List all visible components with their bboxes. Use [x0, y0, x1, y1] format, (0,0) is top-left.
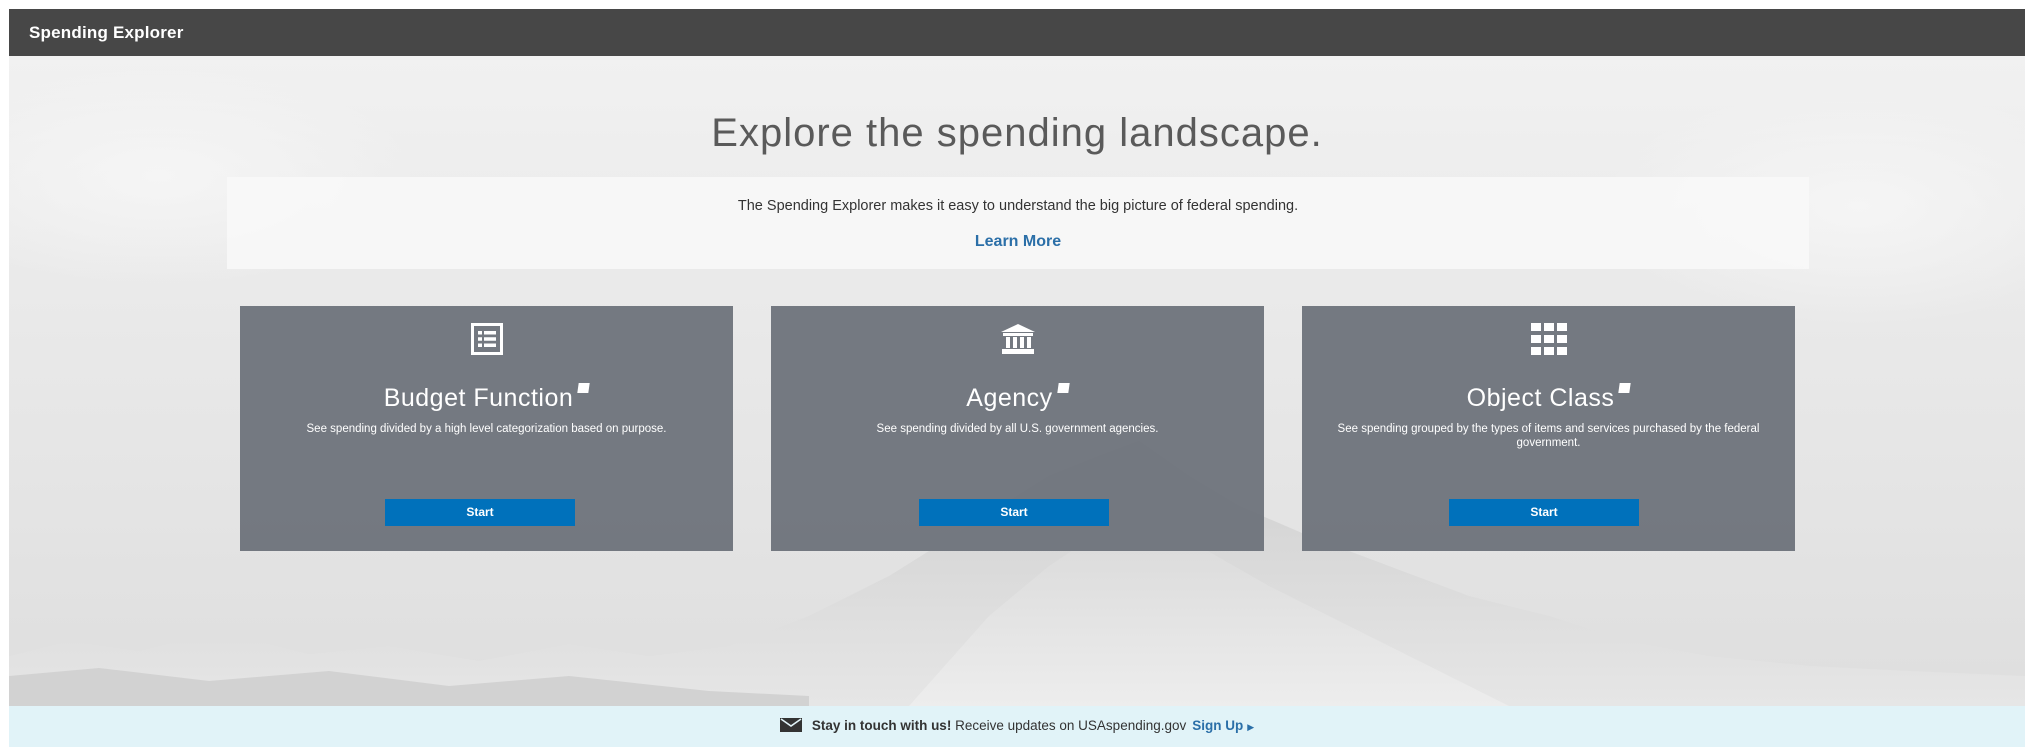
agency-card: Agency See spending divided by all U.S. …: [771, 306, 1264, 551]
card-title: Budget Function: [240, 382, 733, 413]
top-bar: Spending Explorer: [9, 9, 2025, 56]
page-title: Spending Explorer: [29, 23, 184, 42]
sign-up-link[interactable]: Sign Up: [1192, 718, 1243, 733]
object-class-start-button[interactable]: Start: [1449, 499, 1639, 526]
budget-function-start-button[interactable]: Start: [385, 499, 575, 526]
info-icon[interactable]: [577, 382, 590, 393]
intro-box: The Spending Explorer makes it easy to u…: [227, 177, 1809, 269]
card-description: See spending divided by all U.S. governm…: [876, 423, 1159, 435]
info-icon[interactable]: [1618, 382, 1632, 393]
intro-text: The Spending Explorer makes it easy to u…: [737, 198, 1299, 214]
list-icon: [240, 323, 733, 363]
updates-text: Receive updates on USAspending.gov: [955, 718, 1187, 734]
hero-heading: Explore the spending landscape.: [711, 111, 1323, 155]
agency-start-button[interactable]: Start: [919, 499, 1109, 526]
info-icon[interactable]: [1056, 382, 1070, 393]
card-title: Agency: [771, 382, 1264, 413]
card-title: Object Class: [1302, 382, 1795, 413]
newsletter-text: Stay in touch with us! Receive updates o…: [9, 718, 2025, 735]
learn-more-link[interactable]: Learn More: [227, 233, 1809, 251]
card-description: See spending divided by a high level cat…: [306, 423, 667, 435]
hero-section: Explore the spending landscape. The Spen…: [9, 56, 2025, 706]
envelope-icon: [779, 718, 802, 735]
caret-right-icon: ▶: [1247, 722, 1255, 733]
card-description: See spending grouped by the types of ite…: [1337, 423, 1760, 449]
budget-function-card: Budget Function See spending divided by …: [240, 306, 733, 551]
grid-icon: [1302, 323, 1795, 363]
stay-in-touch-label: Stay in touch with us!: [811, 718, 952, 734]
newsletter-banner: Stay in touch with us! Receive updates o…: [9, 706, 2025, 747]
app-frame: Spending Explorer Explore the spending l…: [9, 9, 2025, 747]
building-icon: [771, 323, 1264, 363]
object-class-card: Object Class See spending grouped by the…: [1302, 306, 1795, 551]
